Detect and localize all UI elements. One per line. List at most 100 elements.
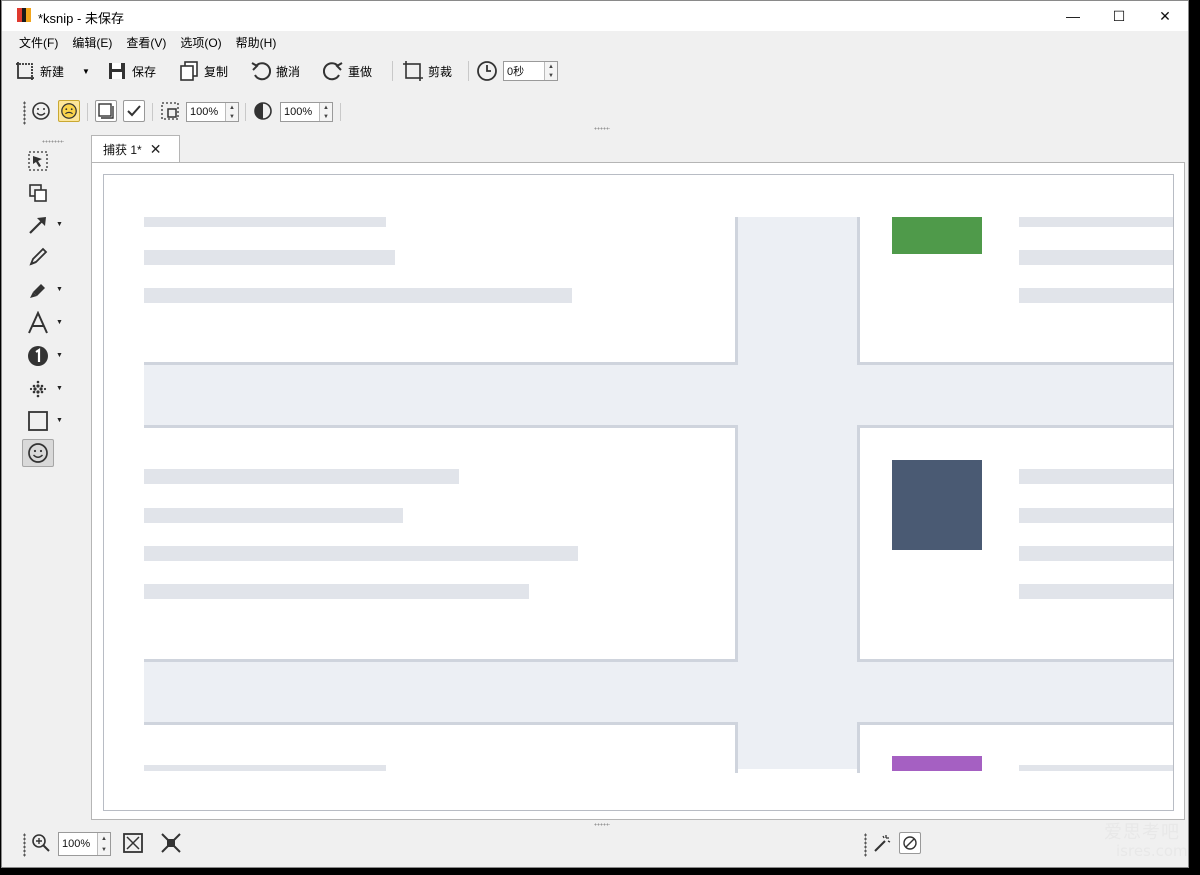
delay-spinbox[interactable]: 0秒 ▲ ▼ — [503, 61, 558, 81]
zoom-in-icon — [32, 834, 50, 852]
number-tool-dropdown[interactable]: ▼ — [56, 352, 63, 359]
rect-tool-dropdown[interactable]: ▼ — [56, 417, 63, 424]
fill-toggle-button[interactable] — [123, 100, 145, 122]
opacity-spinbox[interactable]: 100% ▲ ▼ — [280, 102, 333, 122]
menu-file[interactable]: 文件(F) — [12, 34, 65, 51]
text-placeholder — [1019, 584, 1173, 599]
magic-wand-icon — [874, 835, 891, 852]
effects-button[interactable] — [871, 832, 893, 854]
undo-icon — [251, 62, 272, 81]
blur-tool-dropdown[interactable]: ▼ — [56, 385, 63, 392]
pen-tool-button[interactable] — [22, 243, 54, 271]
text-tool-button[interactable] — [22, 309, 54, 337]
number-tool-button[interactable] — [22, 342, 54, 370]
sticker-tool-button[interactable] — [22, 439, 54, 467]
sticker-select-button[interactable] — [30, 100, 52, 122]
marker-tool-dropdown[interactable]: ▼ — [56, 286, 63, 293]
select-tool-button[interactable] — [22, 147, 54, 175]
redo-button[interactable]: 重做 — [322, 58, 372, 84]
sticker-face-icon — [61, 103, 77, 119]
new-capture-icon — [16, 62, 34, 80]
image-edge — [857, 425, 1173, 428]
text-placeholder — [144, 546, 578, 561]
toolbar-grip[interactable] — [864, 833, 867, 857]
save-icon — [109, 63, 125, 79]
undo-label: 撤消 — [276, 64, 301, 79]
new-button[interactable]: 新建 — [14, 58, 64, 84]
spin-arrows[interactable]: ▲ ▼ — [225, 103, 238, 121]
undo-button[interactable]: 撤消 — [250, 58, 300, 84]
blur-tool-button[interactable] — [22, 375, 54, 403]
tab-capture-1[interactable]: 捕获 1* ✕ — [91, 135, 180, 163]
slate-block — [892, 460, 982, 550]
shadow-toggle-button[interactable] — [95, 100, 117, 122]
image-edge — [735, 426, 738, 662]
minimize-button[interactable]: — — [1050, 1, 1096, 31]
text-placeholder — [144, 508, 403, 523]
blur-icon — [29, 380, 47, 398]
purple-block — [892, 756, 982, 771]
tools-dock-handle[interactable] — [42, 140, 64, 143]
close-button[interactable]: ✕ — [1142, 1, 1188, 31]
number-icon — [28, 346, 48, 366]
annotation-canvas[interactable] — [91, 162, 1185, 820]
tab-close-icon[interactable]: ✕ — [150, 141, 162, 158]
toolbar-grip[interactable] — [23, 833, 26, 857]
text-placeholder — [144, 250, 395, 265]
toolbar-grip[interactable] — [23, 101, 26, 125]
bottom-toolbar: 100% ▲ ▼ — [2, 827, 1188, 861]
watermark-site: isres.com — [1116, 842, 1188, 860]
duplicate-tool-button[interactable] — [22, 179, 54, 207]
toolbar-separator — [468, 61, 469, 81]
spin-arrows[interactable]: ▲ ▼ — [319, 103, 332, 121]
crop-button[interactable]: 剪裁 — [402, 58, 452, 84]
rect-tool-button[interactable] — [22, 407, 54, 435]
zoom-spinbox[interactable]: 100% ▲ ▼ — [58, 832, 111, 856]
text-placeholder — [1019, 217, 1173, 227]
fit-window-icon — [123, 833, 143, 853]
text-icon — [28, 311, 48, 334]
clear-effects-button[interactable] — [899, 832, 921, 854]
actual-size-button[interactable] — [160, 832, 182, 854]
image-edge — [857, 362, 1173, 365]
copy-button[interactable]: 复制 — [178, 58, 228, 84]
text-placeholder — [1019, 508, 1173, 523]
text-tool-dropdown[interactable]: ▼ — [56, 319, 63, 326]
marker-icon — [30, 284, 45, 298]
spin-arrows[interactable]: ▲ ▼ — [544, 62, 557, 80]
toolbar-separator — [152, 103, 153, 121]
image-edge — [857, 217, 860, 365]
save-label: 保存 — [132, 64, 157, 79]
maximize-button[interactable]: ☐ — [1096, 1, 1142, 31]
scale-spinbox[interactable]: 100% ▲ ▼ — [186, 102, 239, 122]
menu-help[interactable]: 帮助(H) — [229, 34, 284, 51]
menu-edit[interactable]: 编辑(E) — [65, 34, 119, 51]
arrow-tool-dropdown[interactable]: ▼ — [56, 221, 63, 228]
sticker-active-button[interactable] — [58, 100, 80, 122]
dock-handle[interactable] — [594, 127, 610, 130]
spin-arrows[interactable]: ▲ ▼ — [97, 833, 110, 855]
menu-options[interactable]: 选项(O) — [173, 34, 228, 51]
save-button[interactable]: 保存 — [106, 58, 156, 84]
text-placeholder — [1019, 250, 1173, 265]
image-band — [144, 363, 1173, 427]
duplicate-icon — [29, 184, 47, 202]
image-band — [144, 660, 1173, 724]
text-placeholder — [144, 765, 386, 771]
bottom-dock-handle[interactable] — [594, 823, 610, 826]
new-dropdown-arrow[interactable]: ▼ — [82, 58, 90, 84]
captured-image[interactable] — [103, 174, 1174, 811]
image-column — [736, 217, 858, 769]
select-icon — [28, 151, 48, 171]
fit-to-window-button[interactable] — [122, 832, 144, 854]
menu-bar: 文件(F) 编辑(E) 查看(V) 选项(O) 帮助(H) — [2, 31, 1188, 53]
redo-label: 重做 — [348, 64, 373, 79]
arrow-tool-button[interactable] — [22, 211, 54, 239]
image-edge — [857, 722, 1173, 725]
title-bar: *ksnip - 未保存 — ☐ ✕ — [2, 1, 1188, 31]
ksnip-window: *ksnip - 未保存 — ☐ ✕ 文件(F) 编辑(E) 查看(V) 选项(… — [1, 0, 1189, 868]
menu-view[interactable]: 查看(V) — [119, 34, 173, 51]
marker-tool-button[interactable] — [22, 276, 54, 304]
toolbar-separator — [87, 103, 88, 121]
scale-icon-button — [159, 100, 181, 122]
